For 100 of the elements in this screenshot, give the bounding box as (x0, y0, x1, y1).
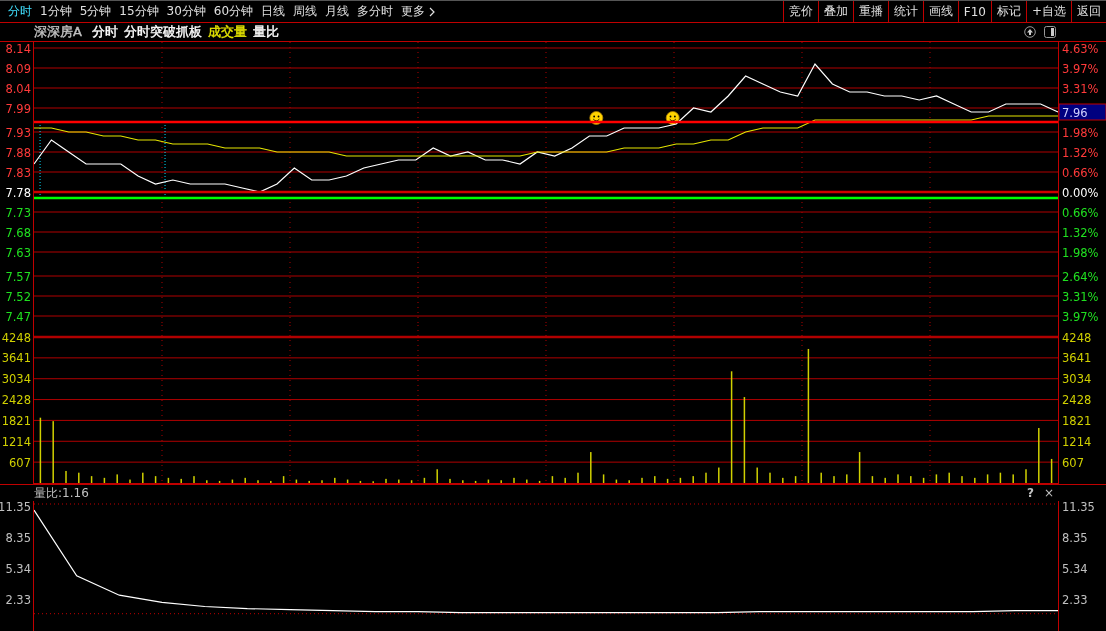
volume-bar (346, 479, 349, 483)
price-axis-label: 8.09 (5, 61, 31, 76)
volume-bar (218, 480, 221, 483)
toolbar-button[interactable]: 重播 (852, 1, 888, 22)
volume-bar (999, 472, 1002, 483)
price-tag: 7.96 (1058, 103, 1106, 121)
price-axis-label: 7.83 (5, 165, 31, 180)
price-axis-label: 8.04 (5, 81, 31, 96)
period-tab[interactable]: 15分钟 (115, 1, 163, 22)
percent-axis-label: 3.97% (1062, 309, 1099, 324)
indicator-label[interactable]: 分时突破抓板 (123, 23, 202, 41)
price-axis-label: 7.73 (5, 205, 31, 220)
volume-axis-label: 1821 (1, 413, 31, 428)
ratio-axis-label: 2.33 (1062, 592, 1088, 607)
percent-axis-label: 1.98% (1062, 245, 1099, 260)
ratio-label: 量比:1.16 (34, 484, 89, 502)
toolbar-button[interactable]: 画线 (922, 1, 958, 22)
volume-bar (282, 476, 285, 483)
period-tab[interactable]: 更多 (397, 1, 440, 22)
volume-axis-label: 2428 (1, 393, 31, 408)
ratio-axis-label: 11.35 (1062, 501, 1095, 515)
percent-axis-label: 0.66% (1062, 165, 1099, 180)
help-button[interactable]: ? (1024, 486, 1036, 500)
toolbar-button[interactable]: 竞价 (782, 1, 818, 22)
volume-bar (487, 479, 490, 483)
volume-bar (602, 474, 605, 483)
collapse-icon[interactable] (1024, 26, 1036, 38)
panel-toggle-icon[interactable] (1044, 26, 1056, 38)
percent-axis-label: 1.98% (1062, 125, 1099, 140)
price-axis-label: 7.63 (5, 245, 31, 260)
volume-bar (666, 478, 669, 483)
period-tab[interactable]: 60分钟 (209, 1, 258, 22)
volume-axis-label: 3641 (1062, 351, 1092, 366)
price-axis-label: 8.14 (5, 42, 31, 56)
volume-bar (410, 480, 413, 483)
indicator-label[interactable]: 量比 (252, 23, 279, 41)
volume-bar (423, 477, 426, 483)
volume-axis-label: 607 (1062, 455, 1084, 470)
close-button[interactable]: × (1041, 486, 1056, 500)
volume-bar (858, 452, 861, 483)
percent-axis-label: 3.31% (1062, 289, 1099, 304)
volume-bar (538, 480, 541, 483)
toolbar-button[interactable]: F10 (957, 1, 991, 22)
toolbar-button[interactable]: 标记 (990, 1, 1026, 22)
ratio-axis-label: 2.33 (5, 592, 31, 607)
ratio-axis-label: 11.35 (0, 501, 31, 515)
percent-axis-label: 2.64% (1062, 269, 1099, 284)
volume-bar (871, 476, 874, 483)
percent-axis-label: 3.31% (1062, 81, 1099, 96)
percent-axis-label: 1.32% (1062, 145, 1099, 160)
period-tab[interactable]: 30分钟 (162, 1, 210, 22)
period-tab[interactable]: 月线 (321, 1, 354, 22)
toolbar-button[interactable]: +自选 (1025, 1, 1071, 22)
percent-axis-label: 4.63% (1062, 42, 1099, 56)
volume-bar (1050, 458, 1053, 483)
volume-bar (167, 477, 170, 483)
volume-bar (986, 474, 989, 483)
indicator-label[interactable]: 分时 (91, 23, 118, 41)
period-tab[interactable]: 分时 (4, 1, 36, 22)
volume-axis-label: 4248 (1062, 330, 1092, 345)
toolbar-button[interactable]: 统计 (887, 1, 923, 22)
volume-axis-label: 3034 (1, 372, 31, 387)
percent-axis-label: 0.66% (1062, 205, 1099, 220)
volume-axis-label: 1214 (1062, 434, 1092, 449)
volume-bar (231, 479, 234, 483)
volume-bar (551, 476, 554, 483)
price-axis-label: 7.88 (5, 145, 31, 160)
toolbar-button[interactable]: 返回 (1071, 1, 1106, 22)
volume-axis-label: 3034 (1062, 372, 1092, 387)
ratio-axis-label: 8.35 (5, 530, 31, 545)
volume-axis-label: 4248 (1, 330, 31, 345)
period-tab[interactable]: 5分钟 (75, 1, 116, 22)
price-axis-label: 7.52 (5, 289, 31, 304)
price-axis-label: 7.47 (5, 309, 31, 324)
volume-bar (679, 477, 682, 483)
volume-axis-label: 607 (9, 455, 31, 470)
period-tab[interactable]: 1分钟 (36, 1, 76, 22)
volume-bar (935, 474, 938, 483)
percent-axis-label: 1.32% (1062, 225, 1099, 240)
price-axis-label: 7.93 (5, 125, 31, 140)
volume-bar (90, 476, 93, 483)
toolbar-button[interactable]: 叠加 (817, 1, 853, 22)
period-tab[interactable]: 多分时 (353, 1, 398, 22)
ratio-axis-label: 5.34 (5, 561, 31, 576)
ratio-axis-label: 8.35 (1062, 530, 1088, 545)
volume-axis-label: 2428 (1062, 393, 1092, 408)
period-tab[interactable]: 日线 (257, 1, 290, 22)
volume-bar (39, 417, 42, 483)
volume-bar (154, 476, 157, 483)
volume-bar (922, 477, 925, 483)
chevron-icon (429, 6, 436, 17)
percent-axis-label: 0.00% (1062, 185, 1099, 200)
period-tab[interactable]: 周线 (289, 1, 322, 22)
indicator-label[interactable]: 深深房A (34, 23, 82, 41)
volume-axis-label: 1214 (1, 434, 31, 449)
indicator-label[interactable]: 成交量 (207, 23, 247, 41)
volume-axis-label: 1821 (1062, 413, 1092, 428)
volume-bar (615, 479, 618, 483)
percent-axis-label: 3.97% (1062, 61, 1099, 76)
volume-bar (295, 479, 298, 483)
